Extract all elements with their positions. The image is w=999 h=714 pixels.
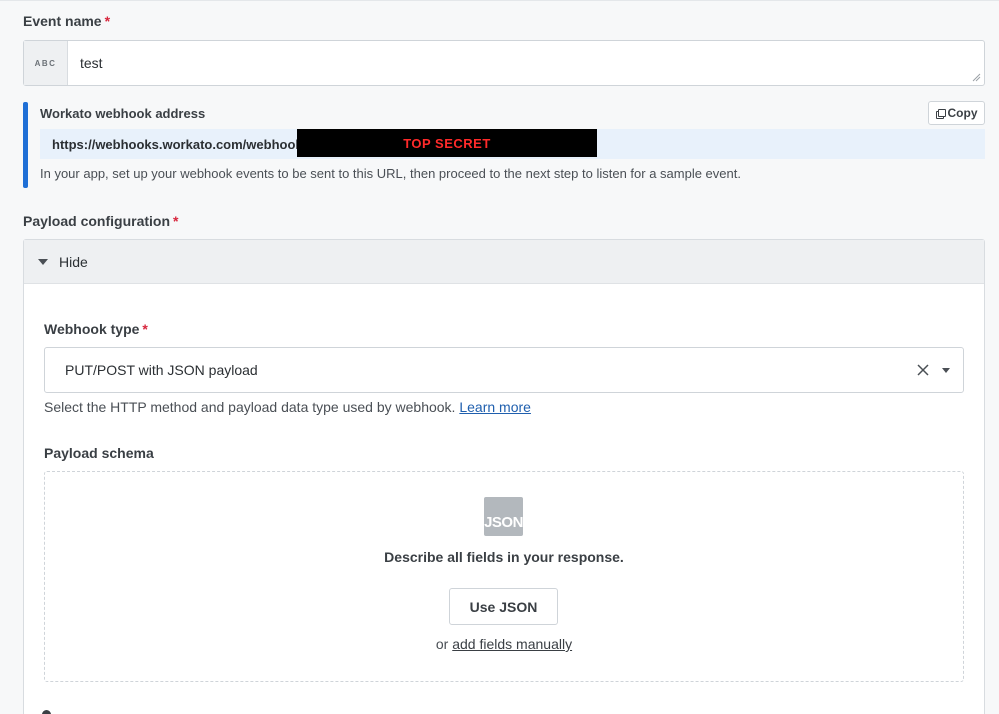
add-fields-manually-link[interactable]: add fields manually [452, 636, 572, 652]
event-name-input[interactable]: test [68, 41, 984, 85]
webhook-type-help-text: Select the HTTP method and payload data … [44, 399, 456, 415]
required-mark: * [142, 321, 148, 337]
payload-config-label: Payload configuration * [23, 213, 178, 229]
clear-selection-icon[interactable] [916, 363, 930, 377]
event-name-label-text: Event name [23, 13, 102, 29]
redacted-overlay: TOP SECRET [297, 129, 597, 157]
top-divider [0, 0, 999, 1]
payload-config-label-text: Payload configuration [23, 213, 171, 229]
webhook-type-help: Select the HTTP method and payload data … [44, 399, 531, 415]
json-file-icon: JSON [484, 497, 523, 536]
radio-indicator[interactable] [42, 710, 51, 714]
event-name-field[interactable]: ABC test [23, 40, 985, 86]
text-type-badge: ABC [24, 41, 68, 85]
hide-toggle-label: Hide [59, 253, 88, 270]
webhook-address-label: Workato webhook address [40, 106, 206, 121]
dropdown-caret-icon[interactable] [942, 368, 950, 373]
resize-grip-icon[interactable] [972, 73, 981, 82]
copy-button[interactable]: Copy [928, 101, 985, 125]
event-name-label: Event name * [23, 13, 110, 29]
panel-toggle-hide[interactable]: Hide [24, 240, 984, 284]
schema-describe-text: Describe all fields in your response. [384, 549, 624, 565]
payload-schema-label: Payload schema [44, 445, 154, 461]
learn-more-link[interactable]: Learn more [459, 399, 531, 415]
webhook-type-select[interactable]: PUT/POST with JSON payload [44, 347, 964, 393]
manual-fields-line: or add fields manually [44, 636, 964, 652]
caret-down-icon [38, 258, 48, 265]
required-mark: * [104, 13, 111, 29]
copy-button-label: Copy [947, 106, 978, 120]
webhook-type-label-text: Webhook type [44, 321, 140, 337]
webhook-help-text: In your app, set up your webhook events … [40, 166, 741, 181]
webhook-type-label: Webhook type * [44, 321, 148, 337]
use-json-button[interactable]: Use JSON [449, 588, 558, 625]
required-mark: * [173, 213, 179, 229]
webhook-type-selected-value: PUT/POST with JSON payload [65, 362, 258, 378]
or-text: or [435, 636, 449, 652]
copy-icon [935, 109, 946, 119]
webhook-url-text: https://webhooks.workato.com/webhooks/ [52, 136, 314, 152]
info-accent-bar [23, 102, 28, 188]
